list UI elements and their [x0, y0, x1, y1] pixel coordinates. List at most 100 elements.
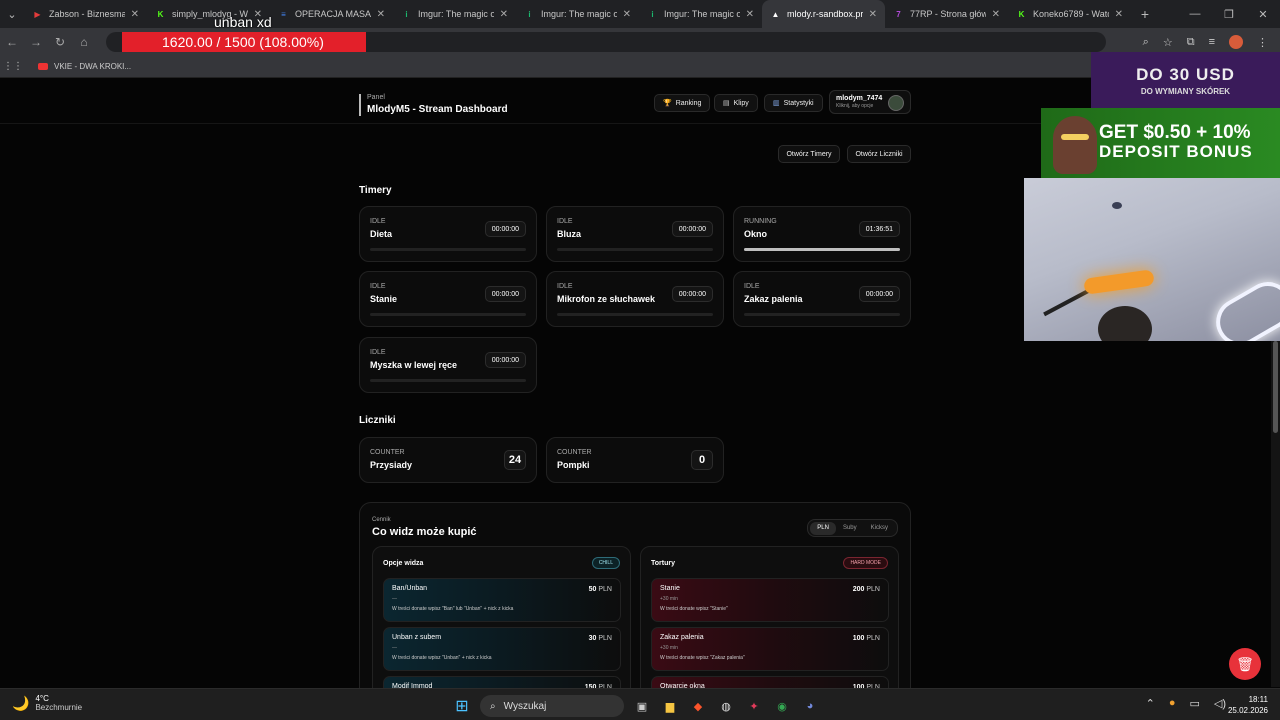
trash-button[interactable]: 🗑: [1229, 648, 1261, 680]
system-tray: ⌃ ● ▭ ◁): [1146, 697, 1226, 710]
timer-card[interactable]: IDLE Dieta 00:00:00: [359, 206, 537, 262]
tab-close-icon[interactable]: ✕: [500, 9, 508, 20]
volume-icon[interactable]: ◁): [1214, 697, 1226, 710]
timer-card[interactable]: IDLE Zakaz palenia 00:00:00: [733, 271, 911, 327]
browser-tab[interactable]: i Imgur: The magic of t ✕: [393, 0, 516, 28]
mascot-image: [1053, 116, 1097, 174]
profile-avatar[interactable]: [1229, 35, 1243, 49]
minimize-button[interactable]: —: [1178, 8, 1212, 20]
microphone-icon[interactable]: ●: [1169, 697, 1176, 710]
reading-list-icon[interactable]: ≡: [1209, 36, 1215, 48]
search-icon: ⌕: [490, 700, 496, 712]
close-window-button[interactable]: ✕: [1246, 8, 1280, 21]
price-item: Zakaz palenia 100 PLN +30 min W treści dona…: [651, 627, 889, 671]
windows-start-icon[interactable]: ⊞: [452, 696, 472, 716]
price-item-price: 100 PLN: [853, 635, 880, 642]
tab-close-icon[interactable]: ✕: [1115, 9, 1123, 20]
tab-favicon-icon: i: [651, 9, 654, 19]
windows-taskbar: 🌙 4°C Bezchmurnie ⊞ ⌕ Wyszukaj ▣ ▆ ◆ ◍ ✦…: [0, 688, 1280, 720]
browser-tab[interactable]: i Imgur: The magic of t ✕: [516, 0, 639, 28]
timer-card[interactable]: RUNNING Okno 01:36:51: [733, 206, 911, 262]
task-view-icon[interactable]: ▣: [632, 696, 652, 716]
forward-button[interactable]: →: [24, 35, 48, 49]
maximize-button[interactable]: ❐: [1212, 8, 1246, 21]
taskbar-apps: ⊞ ⌕ Wyszukaj ▣ ▆ ◆ ◍ ✦ ◉ ◕: [452, 695, 820, 717]
open-counters-button[interactable]: Otwórz Liczniki: [847, 145, 911, 163]
bookmark-star-icon[interactable]: ☆: [1163, 36, 1173, 49]
open-timers-button[interactable]: Otwórz Timery: [778, 145, 840, 163]
user-menu-button[interactable]: mlodym_7474 Kliknij, aby opcje: [829, 90, 911, 114]
new-tab-button[interactable]: +: [1131, 6, 1159, 22]
taskbar-search[interactable]: ⌕ Wyszukaj: [480, 695, 624, 717]
apps-icon[interactable]: ⋮⋮: [0, 61, 26, 72]
tab-search-button[interactable]: ⌄: [0, 0, 24, 28]
file-explorer-icon[interactable]: ▆: [660, 696, 680, 716]
menu-icon[interactable]: ⋮: [1257, 36, 1268, 49]
timer-card[interactable]: IDLE Myszka w lewej ręce 00:00:00: [359, 337, 537, 393]
tab-close-icon[interactable]: ✕: [869, 9, 877, 20]
app-icon[interactable]: ✦: [744, 696, 764, 716]
chill-badge: CHILL: [591, 557, 620, 569]
brave-icon[interactable]: ◆: [688, 696, 708, 716]
page-scrollbar[interactable]: [1271, 341, 1280, 687]
timer-name: Bluza: [557, 229, 582, 239]
timer-status: RUNNING: [744, 218, 777, 225]
ceiling-detail: [1112, 202, 1122, 209]
clips-label: Klipy: [733, 99, 749, 107]
browser-tab[interactable]: ▲ mlody.r-sandbox.pro ✕: [762, 0, 885, 28]
home-button[interactable]: ⌂: [72, 35, 96, 49]
price-item-desc: W treści donate wpisz "Unban" + nick z k…: [392, 655, 492, 661]
price-item-price: 50 PLN: [589, 586, 612, 593]
price-item-name: Stanie: [660, 585, 680, 592]
timer-name: Myszka w lewej ręce: [370, 360, 458, 370]
browser-tab[interactable]: 7 77RP - Strona główna ✕: [885, 0, 1008, 28]
tab-close-icon[interactable]: ✕: [377, 9, 385, 20]
counter-value: 0: [691, 450, 713, 470]
timer-status: IDLE: [370, 349, 386, 356]
steam-icon[interactable]: ◍: [716, 696, 736, 716]
scrollbar-thumb[interactable]: [1273, 341, 1278, 433]
price-item-desc: W treści donate wpisz "Stanie": [660, 606, 728, 612]
tab-favicon-icon: ≡: [281, 9, 286, 19]
timer-card[interactable]: IDLE Stanie 00:00:00: [359, 271, 537, 327]
weather-widget[interactable]: 🌙 4°C Bezchmurnie: [12, 694, 82, 712]
timer-time: 00:00:00: [671, 221, 713, 237]
weather-desc: Bezchmurnie: [35, 703, 83, 712]
counter-card[interactable]: COUNTER Przysiady 24: [359, 437, 537, 483]
tab-favicon-icon: i: [528, 9, 531, 19]
chevron-up-icon[interactable]: ⌃: [1146, 697, 1155, 710]
tab-close-icon[interactable]: ✕: [746, 9, 754, 20]
timer-card[interactable]: IDLE Mikrofon ze słuchawek 00:00:00: [546, 271, 724, 327]
stats-button[interactable]: ▥ Statystyki: [764, 94, 823, 112]
timer-card[interactable]: IDLE Bluza 00:00:00: [546, 206, 724, 262]
tab-pln[interactable]: PLN: [810, 521, 836, 535]
timer-time: 01:36:51: [858, 221, 900, 237]
browser-tab[interactable]: i Imgur: The magic of t ✕: [639, 0, 762, 28]
extensions-icon[interactable]: ⧉: [1187, 36, 1195, 49]
browser-tab[interactable]: ▶ Zabson - Biznesman ✕: [24, 0, 147, 28]
browser-tab[interactable]: K Koneko6789 - Watch ✕: [1008, 0, 1131, 28]
browser-tab[interactable]: ≡ OPERACJA MASA - G ✕: [270, 0, 393, 28]
tab-close-icon[interactable]: ✕: [131, 9, 139, 20]
counter-card[interactable]: COUNTER Pompki 0: [546, 437, 724, 483]
tab-close-icon[interactable]: ✕: [992, 9, 1000, 20]
overlay-goal-text: 1620.00 / 1500 (108.00%): [162, 34, 324, 50]
tab-kicks[interactable]: Kicksy: [864, 522, 895, 535]
zoom-icon[interactable]: ⌕: [1143, 36, 1149, 49]
tab-favicon-icon: K: [157, 9, 164, 19]
reload-button[interactable]: ↻: [48, 35, 72, 49]
ranking-button[interactable]: 🏆 Ranking: [654, 94, 711, 112]
timer-status: IDLE: [557, 218, 573, 225]
chrome-icon[interactable]: ◉: [772, 696, 792, 716]
tab-title: Zabson - Biznesman: [49, 9, 125, 19]
taskbar-clock[interactable]: 18:11 25.02.2026: [1228, 694, 1268, 716]
discord-icon[interactable]: ◕: [800, 696, 820, 716]
bookmark-item[interactable]: VKIE - DWA KROKI...: [38, 62, 131, 71]
tab-favicon-icon: K: [1018, 9, 1025, 19]
display-icon[interactable]: ▭: [1189, 697, 1199, 710]
clips-button[interactable]: ▤ Klipy: [714, 94, 758, 112]
tab-subs[interactable]: Suby: [836, 522, 864, 535]
tab-close-icon[interactable]: ✕: [623, 9, 631, 20]
back-button[interactable]: ←: [0, 35, 24, 49]
film-icon: ▤: [723, 100, 730, 107]
